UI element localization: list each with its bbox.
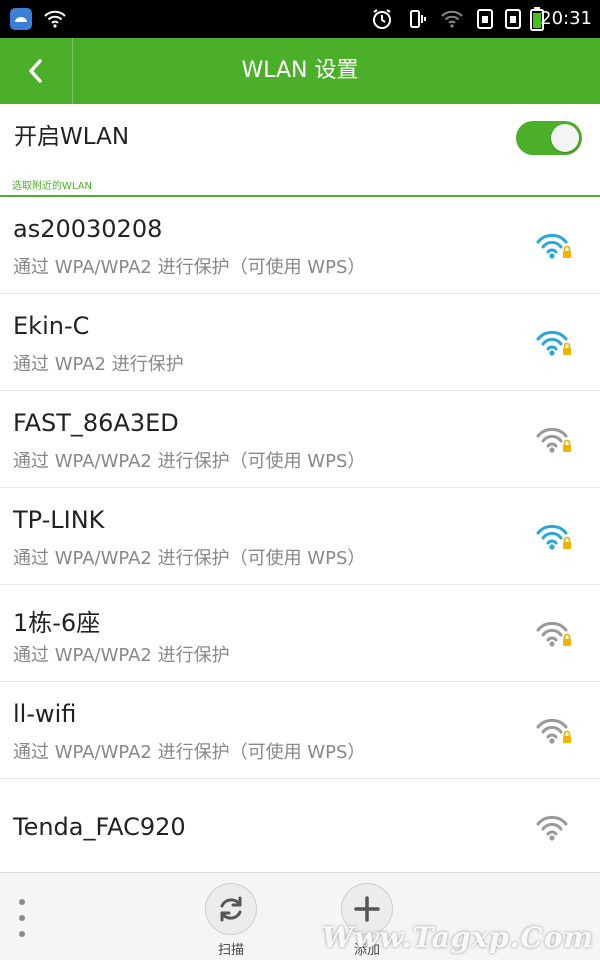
section-title: 选取附近的WLAN (12, 181, 93, 192)
bottom-toolbar: 扫描 添加 Www.Tagxp.Com (0, 872, 600, 960)
refresh-icon (220, 896, 242, 922)
wifi-locked-icon (536, 427, 571, 453)
network-item[interactable]: ll-wifi 通过 WPA/WPA2 进行保护（可使用 WPS） (0, 682, 600, 779)
network-item[interactable]: FAST_86A3ED 通过 WPA/WPA2 进行保护（可使用 WPS） (0, 391, 600, 488)
network-ssid: as20030208 (13, 215, 163, 243)
app-icon (6, 0, 36, 38)
status-bar: 20:31 (0, 0, 600, 38)
network-item[interactable]: TP-LINK 通过 WPA/WPA2 进行保护（可使用 WPS） (0, 488, 600, 585)
network-ssid: Ekin-C (13, 312, 90, 340)
network-ssid: ll-wifi (13, 700, 77, 728)
wifi-locked-icon (536, 621, 571, 647)
network-ssid: Tenda_FAC920 (13, 813, 186, 841)
wlan-toggle-row[interactable]: 开启WLAN (0, 104, 600, 170)
wifi-locked-icon (536, 330, 571, 356)
network-item[interactable]: Ekin-C 通过 WPA2 进行保护 (0, 294, 600, 391)
toggle-knob (551, 124, 579, 152)
wifi-icon (40, 0, 70, 38)
network-ssid: TP-LINK (13, 506, 105, 534)
network-ssid: FAST_86A3ED (13, 409, 179, 437)
vibrate-icon (404, 0, 432, 38)
network-security: 通过 WPA/WPA2 进行保护（可使用 WPS） (13, 257, 366, 278)
title-bar: WLAN 设置 (0, 38, 600, 104)
network-security: 通过 WPA/WPA2 进行保护（可使用 WPS） (13, 451, 366, 472)
network-security: 通过 WPA/WPA2 进行保护（可使用 WPS） (13, 548, 366, 569)
wifi-locked-icon (536, 718, 571, 744)
more-vertical-icon[interactable] (10, 899, 34, 937)
page-title: WLAN 设置 (241, 58, 359, 83)
scan-label: 扫描 (217, 943, 244, 958)
network-item[interactable]: 1栋-6座通过 WPA/WPA2 进行保护 (0, 585, 600, 682)
network-security: 通过 WPA/WPA2 进行保护 (13, 645, 230, 666)
wlan-toggle-switch[interactable] (516, 121, 582, 155)
network-item[interactable]: Tenda_FAC920 (0, 779, 600, 876)
scan-button[interactable]: 扫描 (196, 883, 266, 960)
back-button[interactable] (0, 38, 72, 104)
watermark: Www.Tagxp.Com (321, 921, 594, 954)
network-security: 通过 WPA/WPA2 进行保护（可使用 WPS） (13, 742, 366, 763)
network-ssid: 1栋-6座 (13, 609, 101, 637)
wifi-signal-icon (536, 815, 568, 841)
network-list: as20030208 通过 WPA/WPA2 进行保护（可使用 WPS） Ekin-… (0, 197, 600, 876)
scan-button-circle (205, 883, 257, 935)
plus-icon (354, 896, 380, 922)
header-divider (72, 38, 73, 104)
status-time: 20:31 (540, 8, 592, 29)
alarm-icon (368, 0, 396, 38)
sim1-icon (472, 0, 498, 38)
chevron-left-icon (29, 59, 42, 83)
wlan-toggle-label: 开启WLAN (14, 124, 130, 150)
signal-icon (438, 0, 466, 38)
wifi-locked-icon (536, 233, 571, 259)
wifi-locked-icon (536, 524, 571, 550)
network-security: 通过 WPA2 进行保护 (13, 354, 184, 375)
section-header: 选取附近的WLAN (0, 170, 600, 197)
network-item[interactable]: as20030208 通过 WPA/WPA2 进行保护（可使用 WPS） (0, 197, 600, 294)
sim2-icon (500, 0, 526, 38)
